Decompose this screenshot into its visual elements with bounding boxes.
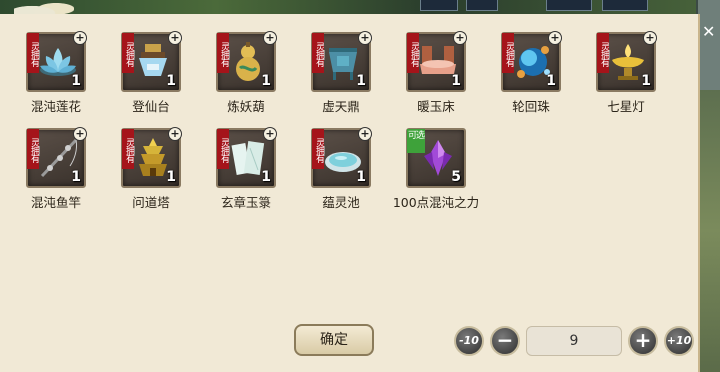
owned-ribbon: 灵拥有 bbox=[217, 129, 229, 169]
owned-ribbon: 灵拥有 bbox=[312, 33, 324, 73]
quantity-input[interactable]: 9 bbox=[526, 326, 622, 356]
zoom-plus-icon[interactable]: + bbox=[358, 127, 372, 141]
confirm-button[interactable]: 确定 bbox=[294, 324, 374, 356]
item-slot[interactable]: 灵拥有 + 1 虚天鼎 bbox=[299, 31, 383, 132]
item-count: 5 bbox=[451, 169, 461, 185]
item-count: 1 bbox=[451, 73, 461, 89]
item-count: 1 bbox=[71, 73, 81, 89]
item-frame: 灵拥有 + 1 bbox=[311, 127, 372, 188]
zoom-plus-icon[interactable]: + bbox=[73, 127, 87, 141]
zoom-plus-icon[interactable]: + bbox=[73, 31, 87, 45]
owned-ribbon: 灵拥有 bbox=[122, 129, 134, 169]
item-frame: 灵拥有 + 1 bbox=[216, 127, 277, 188]
item-grid: 灵拥有 + 1 混沌莲花 灵拥有 + 1 登仙台 灵拥有 + 1 炼妖葫 灵拥有… bbox=[14, 31, 690, 242]
side-decor bbox=[700, 90, 720, 372]
item-count: 1 bbox=[641, 73, 651, 89]
zoom-plus-icon[interactable]: + bbox=[168, 127, 182, 141]
item-frame: 灵拥有 + 1 bbox=[26, 31, 87, 92]
item-frame: 灵拥有 + 1 bbox=[596, 31, 657, 92]
item-count: 1 bbox=[261, 73, 271, 89]
owned-ribbon: 灵拥有 bbox=[122, 33, 134, 73]
item-frame: 可选 5 bbox=[406, 128, 466, 188]
zoom-plus-icon[interactable]: + bbox=[358, 31, 372, 45]
zoom-plus-icon[interactable]: + bbox=[263, 31, 277, 45]
item-count: 1 bbox=[71, 169, 81, 185]
item-slot[interactable]: 灵拥有 + 1 玄章玉箓 bbox=[204, 127, 288, 228]
plus-button[interactable]: + bbox=[628, 326, 658, 356]
zoom-plus-icon[interactable]: + bbox=[453, 31, 467, 45]
item-frame: 灵拥有 + 1 bbox=[501, 31, 562, 92]
item-slot[interactable]: 灵拥有 + 1 混沌鱼竿 bbox=[14, 127, 98, 228]
owned-ribbon: 灵拥有 bbox=[597, 33, 609, 73]
close-icon: ✕ bbox=[702, 22, 716, 41]
top-tab bbox=[602, 0, 648, 11]
owned-ribbon: 灵拥有 bbox=[217, 33, 229, 73]
item-slot[interactable]: 灵拥有 + 1 炼妖葫 bbox=[204, 31, 288, 132]
item-count: 1 bbox=[261, 169, 271, 185]
item-name: 100点混沌之力 bbox=[392, 195, 480, 210]
reward-panel: 灵拥有 + 1 混沌莲花 灵拥有 + 1 登仙台 灵拥有 + 1 炼妖葫 灵拥有… bbox=[0, 14, 700, 372]
minus-button[interactable]: − bbox=[490, 326, 520, 356]
item-count: 1 bbox=[356, 169, 366, 185]
item-frame: 灵拥有 + 1 bbox=[406, 31, 467, 92]
item-frame: 灵拥有 + 1 bbox=[216, 31, 277, 92]
item-count: 1 bbox=[546, 73, 556, 89]
item-frame: 灵拥有 + 1 bbox=[26, 127, 87, 188]
item-slot[interactable]: 灵拥有 + 1 登仙台 bbox=[109, 31, 193, 132]
item-frame: 灵拥有 + 1 bbox=[121, 127, 182, 188]
item-slot[interactable]: 可选 5 100点混沌之力 bbox=[393, 128, 479, 228]
item-count: 1 bbox=[166, 169, 176, 185]
item-slot[interactable]: 灵拥有 + 1 轮回珠 bbox=[489, 31, 573, 132]
owned-ribbon: 灵拥有 bbox=[407, 33, 419, 73]
owned-ribbon: 灵拥有 bbox=[27, 33, 39, 73]
item-frame: 灵拥有 + 1 bbox=[121, 31, 182, 92]
selectable-ribbon: 可选 bbox=[407, 129, 425, 153]
owned-ribbon: 灵拥有 bbox=[27, 129, 39, 169]
minus-ten-button[interactable]: -10 bbox=[454, 326, 484, 356]
item-slot[interactable]: 灵拥有 + 1 七星灯 bbox=[584, 31, 668, 132]
item-count: 1 bbox=[356, 73, 366, 89]
top-tab bbox=[466, 0, 498, 11]
item-frame: 灵拥有 + 1 bbox=[311, 31, 372, 92]
top-tab bbox=[546, 0, 592, 11]
zoom-plus-icon[interactable]: + bbox=[168, 31, 182, 45]
zoom-plus-icon[interactable]: + bbox=[263, 127, 277, 141]
zoom-plus-icon[interactable]: + bbox=[548, 31, 562, 45]
item-slot[interactable]: 灵拥有 + 1 混沌莲花 bbox=[14, 31, 98, 132]
item-slot[interactable]: 灵拥有 + 1 暖玉床 bbox=[394, 31, 478, 132]
item-count: 1 bbox=[166, 73, 176, 89]
item-slot[interactable]: 灵拥有 + 1 问道塔 bbox=[109, 127, 193, 228]
plus-ten-button[interactable]: +10 bbox=[664, 326, 694, 356]
top-tab bbox=[420, 0, 458, 11]
item-slot[interactable]: 灵拥有 + 1 蕴灵池 bbox=[299, 127, 383, 228]
zoom-plus-icon[interactable]: + bbox=[643, 31, 657, 45]
owned-ribbon: 灵拥有 bbox=[312, 129, 324, 169]
owned-ribbon: 灵拥有 bbox=[502, 33, 514, 73]
item-name: 七星灯 bbox=[607, 99, 645, 114]
